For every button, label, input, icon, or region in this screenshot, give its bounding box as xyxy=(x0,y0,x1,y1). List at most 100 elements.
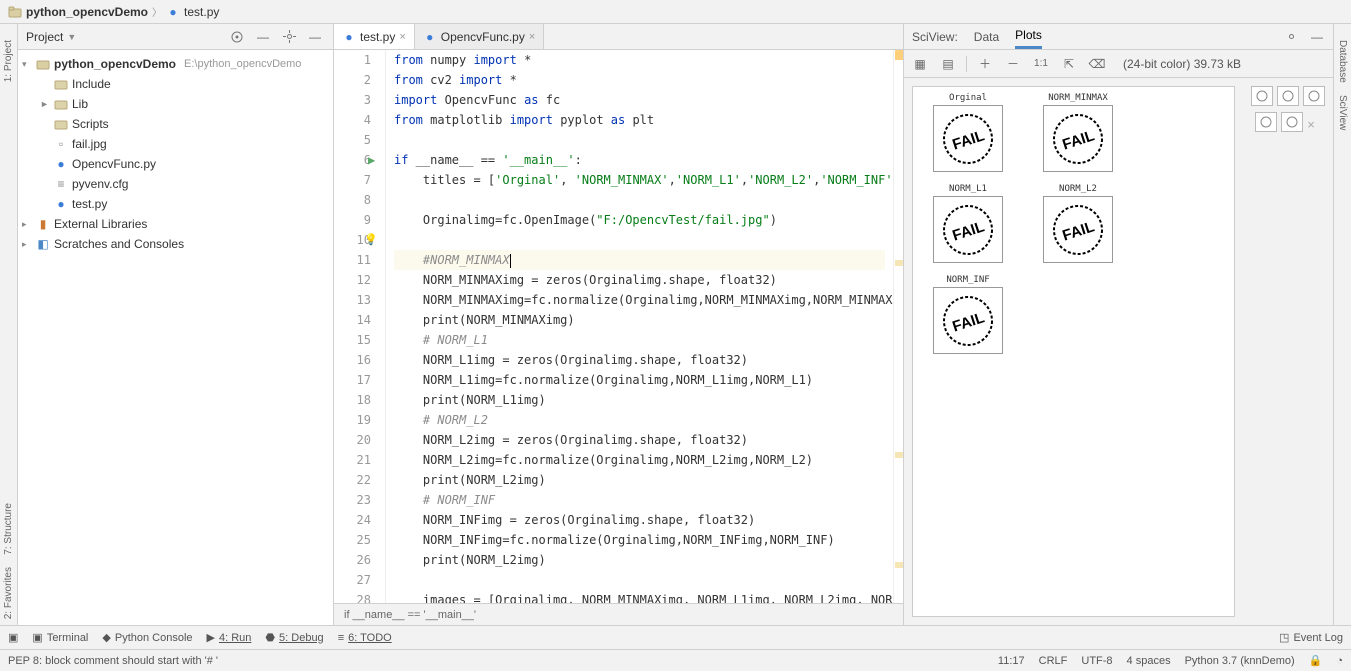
code-line[interactable]: from cv2 import * xyxy=(394,70,885,90)
line-number[interactable]: 9 xyxy=(334,210,371,230)
tree-item[interactable]: ▫fail.jpg xyxy=(18,134,333,154)
code-line[interactable]: NORM_L1img=fc.normalize(Orginalimg,NORM_… xyxy=(394,370,885,390)
tree-item[interactable]: ≡pyvenv.cfg xyxy=(18,174,333,194)
breadcrumb-item-0[interactable]: python_opencvDemo xyxy=(26,5,148,19)
editor-tab-test[interactable]: ● test.py × xyxy=(334,24,415,49)
line-number[interactable]: 16 xyxy=(334,350,371,370)
code-line[interactable]: NORM_INFimg = zeros(Orginalimg.shape, fl… xyxy=(394,510,885,530)
rail-tab-project[interactable]: 1: Project xyxy=(3,40,14,82)
tree-item[interactable]: Scripts xyxy=(18,114,333,134)
close-thumbnails-icon[interactable]: × xyxy=(1307,117,1315,132)
code-editor[interactable]: 123456▶78910💡111213141516171819202122232… xyxy=(334,50,903,603)
thumbnail[interactable] xyxy=(1303,86,1325,106)
code-line[interactable]: if __name__ == '__main__': xyxy=(394,150,885,170)
thumbnail[interactable] xyxy=(1251,86,1273,106)
project-panel-title[interactable]: Project ▼ xyxy=(26,30,221,44)
line-number[interactable]: 8 xyxy=(334,190,371,210)
line-number[interactable]: 28 xyxy=(334,590,371,603)
thumbnail[interactable] xyxy=(1255,112,1277,132)
code-line[interactable]: NORM_INFimg=fc.normalize(Orginalimg,NORM… xyxy=(394,530,885,550)
line-number[interactable]: 20 xyxy=(334,430,371,450)
tree-item[interactable]: ●test.py xyxy=(18,194,333,214)
code-line[interactable]: # NORM_L2 xyxy=(394,410,885,430)
purge-icon[interactable]: ⌫ xyxy=(1087,54,1107,74)
line-number[interactable]: 1 xyxy=(334,50,371,70)
status-python-interpreter[interactable]: Python 3.7 (knnDemo) xyxy=(1185,655,1295,667)
sciview-tab-plots[interactable]: Plots xyxy=(1015,24,1042,49)
editor-tab-opencvfunc[interactable]: ● OpencvFunc.py × xyxy=(415,24,544,49)
export-icon[interactable]: ⇱ xyxy=(1059,54,1079,74)
line-number[interactable]: 12 xyxy=(334,270,371,290)
code-line[interactable]: print(NORM_MINMAXimg) xyxy=(394,310,885,330)
plot-subplot[interactable]: NORM_MINMAXFAIL xyxy=(1029,93,1127,172)
editor-scope-breadcrumb[interactable]: if __name__ == '__main__' xyxy=(344,609,476,621)
thumbnail[interactable] xyxy=(1277,86,1299,106)
rail-tab-database[interactable]: Database xyxy=(1337,40,1348,83)
zoom-in-icon[interactable]: ＋ xyxy=(975,54,995,74)
code-line[interactable]: from numpy import * xyxy=(394,50,885,70)
chevron-down-icon[interactable]: ▾ xyxy=(22,59,32,70)
actual-size-icon[interactable]: 1:1 xyxy=(1031,54,1051,74)
code-line[interactable]: images = [Orginalimg, NORM_MINMAXimg, NO… xyxy=(394,590,885,603)
intention-bulb-icon[interactable]: 💡 xyxy=(364,230,378,250)
plot-main-view[interactable]: OrginalFAILNORM_MINMAXFAILNORM_L1FAILNOR… xyxy=(912,86,1235,617)
inspection-icon[interactable]: ◔ xyxy=(1336,655,1343,667)
line-number[interactable]: 13 xyxy=(334,290,371,310)
line-number[interactable]: 18 xyxy=(334,390,371,410)
tool-debug[interactable]: ⬣ 5: Debug xyxy=(265,631,323,644)
code-line[interactable]: print(NORM_L2img) xyxy=(394,470,885,490)
code-line[interactable]: Orginalimg=fc.OpenImage("F:/OpencvTest/f… xyxy=(394,210,885,230)
code-line[interactable]: NORM_MINMAXimg = zeros(Orginalimg.shape,… xyxy=(394,270,885,290)
line-number[interactable]: 24 xyxy=(334,510,371,530)
close-icon[interactable]: × xyxy=(399,31,405,43)
tree-ext-libs[interactable]: ▸ ▮ External Libraries xyxy=(18,214,333,234)
line-number[interactable]: 14 xyxy=(334,310,371,330)
line-number[interactable]: 10💡 xyxy=(334,230,371,250)
line-number[interactable]: 19 xyxy=(334,410,371,430)
plot-subplot[interactable]: OrginalFAIL xyxy=(919,93,1017,172)
status-caret-pos[interactable]: 11:17 xyxy=(998,655,1025,667)
fit-icon[interactable]: ▦ xyxy=(910,54,930,74)
plot-subplot[interactable]: NORM_L2FAIL xyxy=(1029,184,1127,263)
thumbnail[interactable] xyxy=(1281,112,1303,132)
hide-panel-icon[interactable]: — xyxy=(305,27,325,47)
rail-tab-sciview[interactable]: SciView xyxy=(1337,95,1348,130)
code-line[interactable]: # NORM_INF xyxy=(394,490,885,510)
lock-icon[interactable]: 🔒 xyxy=(1309,654,1323,667)
code-line[interactable]: NORM_MINMAXimg=fc.normalize(Orginalimg,N… xyxy=(394,290,885,310)
line-number[interactable]: 23 xyxy=(334,490,371,510)
project-tree[interactable]: ▾ python_opencvDemo E:\python_opencvDemo… xyxy=(18,50,333,258)
code-line[interactable]: NORM_L2img = zeros(Orginalimg.shape, flo… xyxy=(394,430,885,450)
tool-todo[interactable]: ≡ 6: TODO xyxy=(338,632,392,644)
tree-root[interactable]: ▾ python_opencvDemo E:\python_opencvDemo xyxy=(18,54,333,74)
code-line[interactable]: NORM_L1img = zeros(Orginalimg.shape, flo… xyxy=(394,350,885,370)
line-number[interactable]: 11 xyxy=(334,250,371,270)
tool-event-log[interactable]: ◳ Event Log xyxy=(1279,631,1343,644)
line-number[interactable]: 3 xyxy=(334,90,371,110)
chevron-right-icon[interactable]: ▸ xyxy=(22,219,32,230)
line-number[interactable]: 26 xyxy=(334,550,371,570)
run-gutter-icon[interactable]: ▶ xyxy=(368,150,375,170)
code-body[interactable]: from numpy import *from cv2 import *impo… xyxy=(386,50,893,603)
gear-icon[interactable] xyxy=(279,27,299,47)
show-windows-icon[interactable]: ▣ xyxy=(8,631,18,644)
chevron-right-icon[interactable]: ► xyxy=(40,99,50,109)
line-number[interactable]: 15 xyxy=(334,330,371,350)
tree-scratches[interactable]: ▸ ◧ Scratches and Consoles xyxy=(18,234,333,254)
plot-subplot[interactable]: NORM_INFFAIL xyxy=(919,275,1017,354)
tree-item[interactable]: Include xyxy=(18,74,333,94)
tool-python-console[interactable]: ◆ Python Console xyxy=(102,631,192,644)
editor-gutter[interactable]: 123456▶78910💡111213141516171819202122232… xyxy=(334,50,386,603)
tree-item[interactable]: ●OpencvFunc.py xyxy=(18,154,333,174)
line-number[interactable]: 2 xyxy=(334,70,371,90)
status-indent[interactable]: 4 spaces xyxy=(1127,655,1171,667)
status-encoding[interactable]: UTF-8 xyxy=(1081,655,1112,667)
inspection-stripe[interactable] xyxy=(893,50,903,603)
rail-tab-structure[interactable]: 7: Structure xyxy=(3,503,14,555)
line-number[interactable]: 17 xyxy=(334,370,371,390)
tool-run[interactable]: ▶ 4: Run xyxy=(207,631,252,644)
zoom-out-icon[interactable]: － xyxy=(1003,54,1023,74)
code-line[interactable]: import OpencvFunc as fc xyxy=(394,90,885,110)
status-eol[interactable]: CRLF xyxy=(1039,655,1068,667)
line-number[interactable]: 4 xyxy=(334,110,371,130)
